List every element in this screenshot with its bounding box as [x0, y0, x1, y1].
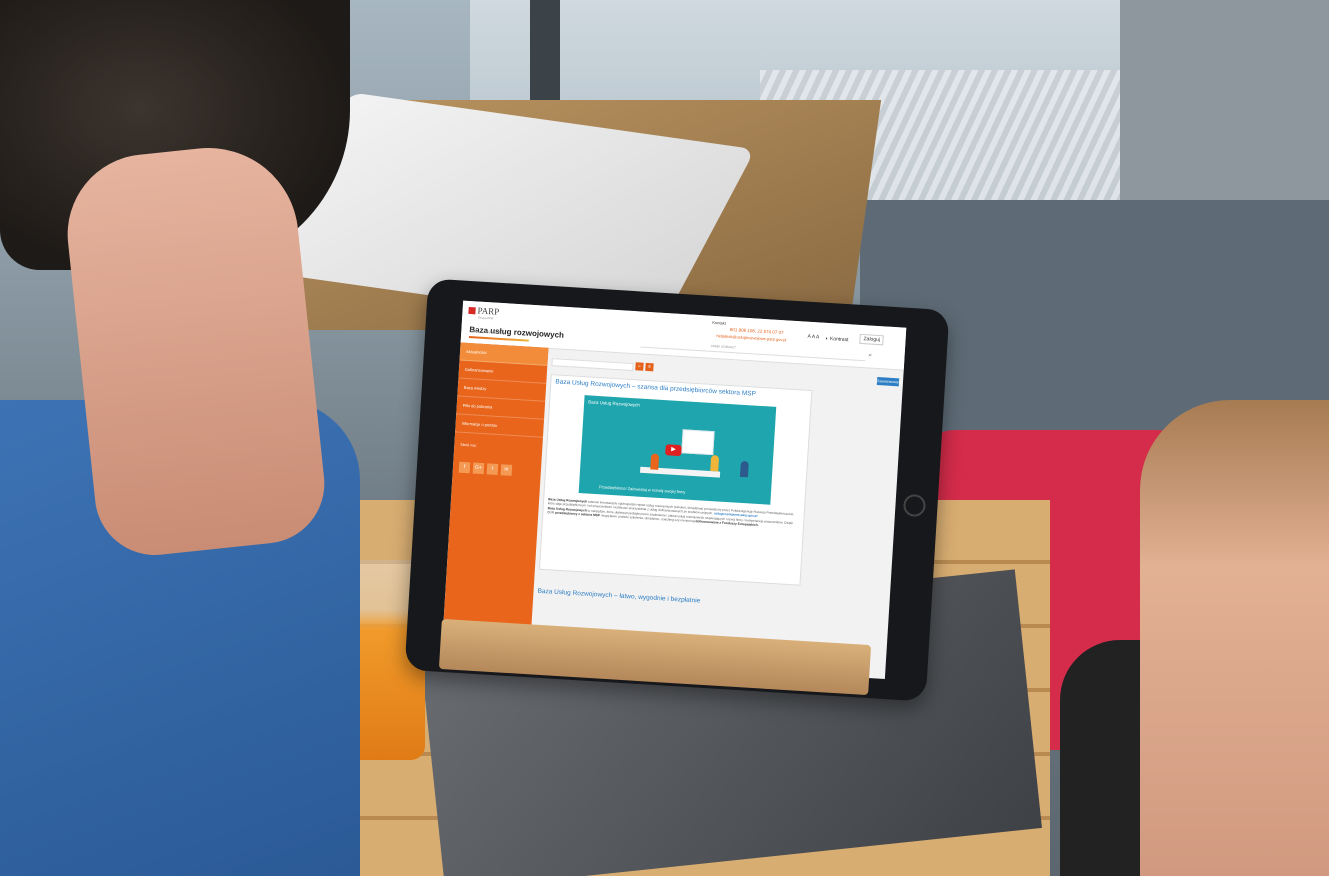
video-title: Baza Usług Rozwojowych	[588, 399, 641, 408]
search-icon[interactable]: ⌕	[868, 352, 872, 359]
contrast-toggle[interactable]: ◐ Kontrast	[825, 336, 848, 343]
advanced-search-button[interactable]: Zaawansowane	[876, 377, 902, 387]
login-button[interactable]: Zaloguj	[859, 333, 885, 346]
article-title[interactable]: Baza Usług Rozwojowych – łatwo, wygodnie…	[537, 588, 700, 605]
twitter-icon[interactable]: t	[486, 463, 499, 476]
person-left-hand	[59, 139, 331, 561]
filter-input[interactable]	[551, 358, 634, 372]
play-icon[interactable]: ▶	[665, 444, 682, 457]
chart-illustration	[681, 429, 715, 456]
person-figure	[710, 455, 720, 472]
person-figure	[650, 453, 660, 470]
logo-mark-icon	[468, 307, 476, 315]
search-input[interactable]: czego szukasz?	[640, 339, 866, 362]
sidebar: Aktualności Dofinansowanie Baza wiedzy P…	[441, 342, 549, 658]
person-figure	[739, 460, 749, 478]
photo-scene: PARP Grupa PFR Baza usług rozwojowych Ko…	[0, 0, 1329, 876]
facebook-icon[interactable]: f	[458, 461, 471, 474]
video-banner: Przedsiębiorco! Zainwestuj w rozwój swoj…	[598, 484, 686, 495]
googleplus-icon[interactable]: G+	[472, 462, 485, 475]
article-card: Baza Usług Rozwojowych – szansa dla prze…	[538, 374, 813, 586]
person-right-head	[1140, 400, 1329, 876]
logo-subtitle: Grupa PFR	[478, 315, 494, 321]
linkedin-icon[interactable]: in	[500, 464, 513, 476]
filter-menu-icon[interactable]: ≡	[645, 362, 654, 372]
follow-label: Śledź nas:	[460, 442, 477, 448]
font-size-switch[interactable]: A A A	[807, 334, 819, 341]
contact-label: Kontakt	[712, 319, 727, 326]
contrast-icon: ◐	[825, 335, 829, 342]
video-player[interactable]: Baza Usług Rozwojowych ▶ Przedsiębiorco!…	[578, 395, 777, 505]
home-button[interactable]	[902, 493, 927, 518]
contrast-label: Kontrast	[829, 336, 849, 344]
social-links: f G+ t in	[458, 455, 516, 476]
filter-search-icon[interactable]: ⌕	[635, 362, 644, 371]
